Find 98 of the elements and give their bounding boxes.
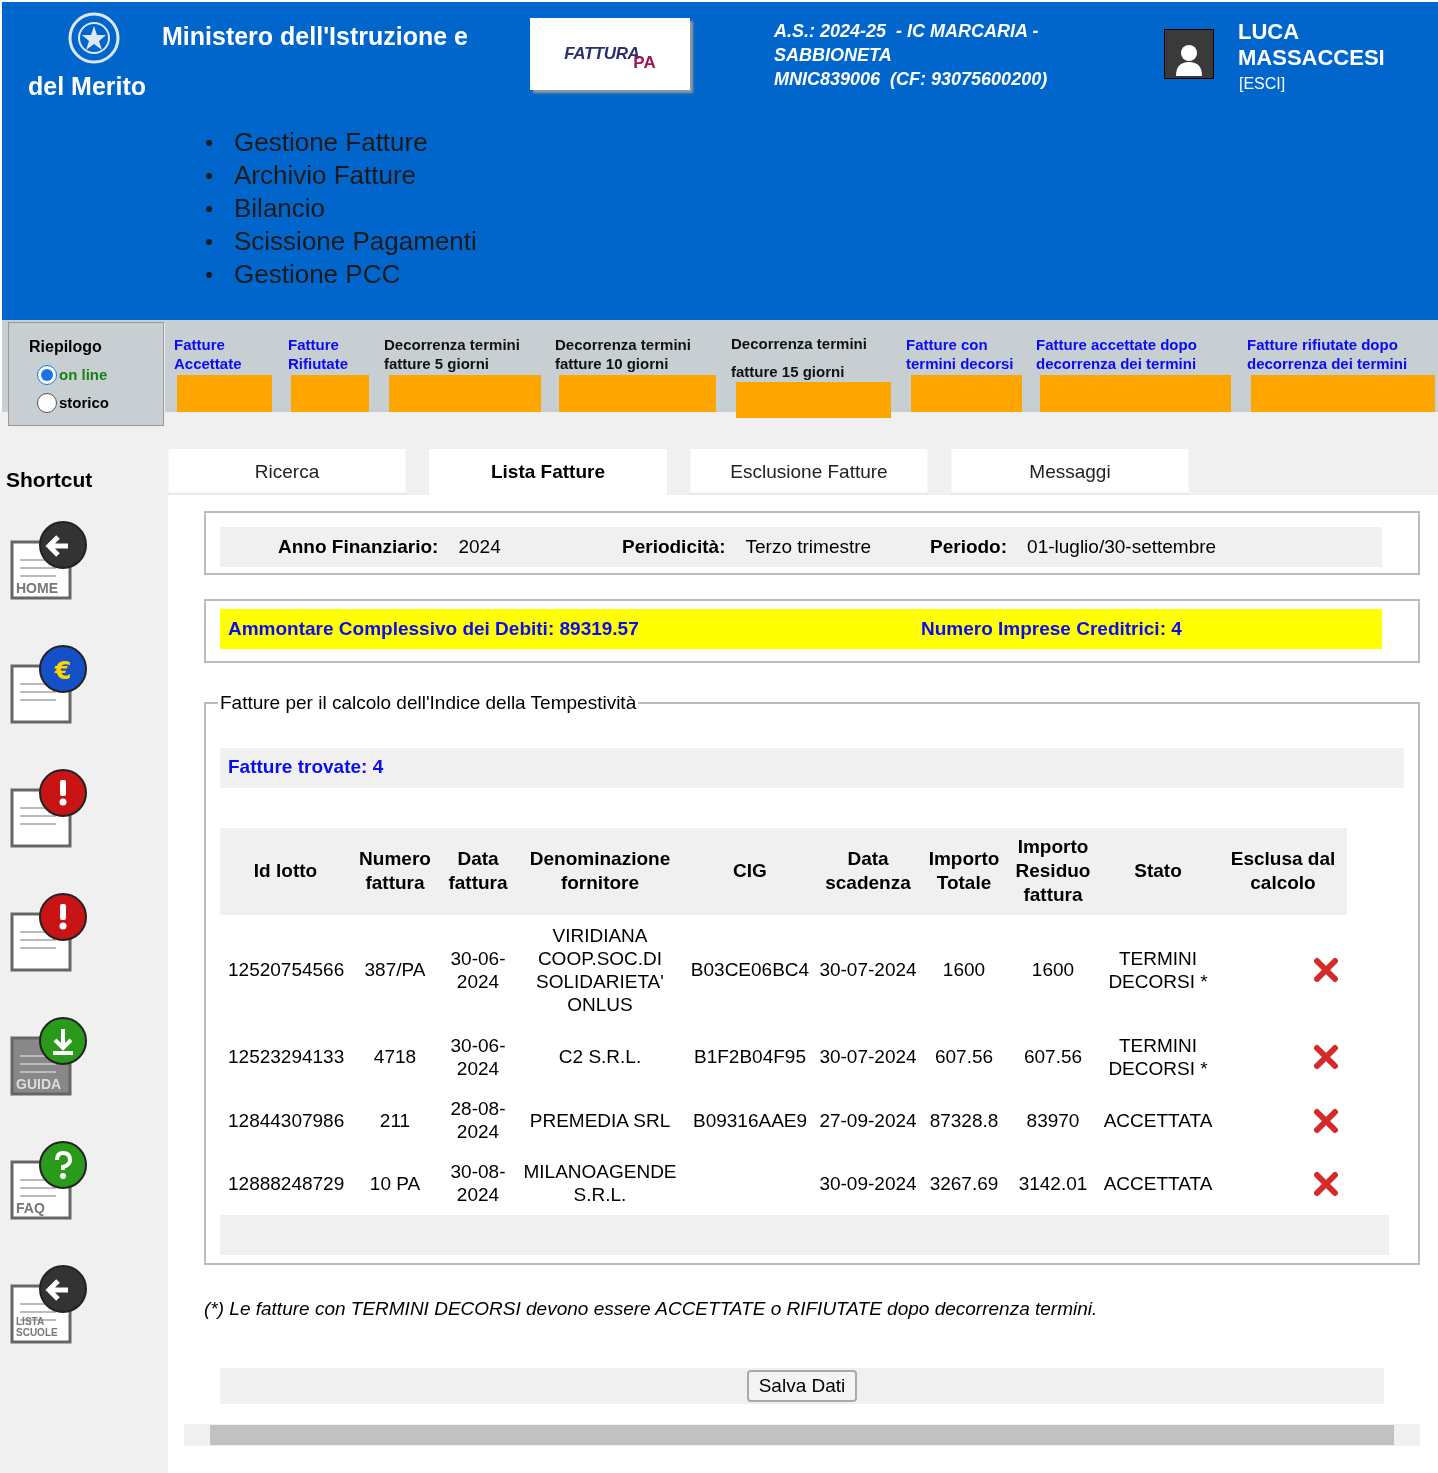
table-cell: B09316AAE9 [692,1109,808,1131]
ministry-title: del Merito [28,71,147,102]
table-cell: ACCETTATA [1103,1172,1213,1194]
column-header: Esclusa dal calcolo [1219,827,1347,915]
ministry-title: Ministero dell'Istruzione e [162,21,468,52]
school-info: A.S.: 2024-25 - IC MARCARIA - [774,20,1040,43]
column-header: Denominazione fornitore [517,827,683,915]
filter-value: 01-luglio/30-settembre [1027,534,1217,559]
radio-button[interactable] [37,365,57,385]
table-cell: 10 PA [369,1172,421,1194]
fatturapa-logo: FATTURAPA [530,18,690,90]
school-info: SABBIONETA [774,44,893,67]
filter-value: 2024 [458,534,501,559]
stats-link[interactable]: Fatture con termini decorsi [906,335,1024,373]
table-cell: 211 [379,1109,411,1131]
filter-label: Periodo: [930,534,1008,559]
column-header: Numero fattura [351,827,439,915]
stats-link[interactable]: Fatture Rifiutate [288,335,368,373]
table-cell: 12523294133 [228,1046,345,1067]
user-name: LUCA MASSACCESI [1238,19,1386,71]
table-cell: 607.56 [934,1046,994,1067]
tab[interactable]: Lista Fatture [429,449,667,495]
column-header: Importo Residuo fattura [1009,827,1097,915]
shortcut-title: Shortcut [6,467,94,493]
delete-x-icon[interactable] [1313,1044,1339,1071]
delete-x-icon[interactable] [1313,1170,1339,1197]
bullet-icon [206,238,212,245]
panel-legend: Fatture per il calcolo dell'Indice della Tempestività [218,689,639,718]
table-cell: 12844307986 [228,1109,345,1131]
table-cell: C2 S.R.L. [558,1046,642,1067]
stats-label: Decorrenza termini fatture 5 giorni [384,335,521,373]
table-cell: VIRIDIANA COOP.SOC.DI SOLIDARIETA' ONLUS [536,924,664,1015]
table-cell: TERMINI DECORSI * [1108,1034,1208,1079]
table-cell: 83970 [1026,1109,1080,1131]
filter-label: Anno Finanziario: [278,534,439,559]
column-header: Stato [1097,827,1219,915]
bullet-icon [206,172,212,179]
tab[interactable]: Messaggi [951,449,1189,495]
table-cell: MILANOAGENDE S.R.L. [523,1161,677,1205]
tab[interactable]: Esclusione Fatture [690,449,928,495]
tab[interactable]: Ricerca [168,449,406,495]
table-cell: B03CE06BC4 [690,959,810,980]
nav-menu-link[interactable]: Bilancio [234,192,326,225]
delete-x-icon[interactable] [1313,1107,1339,1134]
column-header: Importo Totale [919,827,1009,915]
creditor-count: Numero Imprese Creditrici: 4 [921,616,1182,641]
table-cell: 3142.01 [1018,1172,1088,1194]
nav-menu-link[interactable]: Archivio Fatture [234,159,417,192]
delete-x-icon[interactable] [1313,957,1339,984]
column-header: Id lotto [220,827,351,915]
nav-menu-link[interactable]: Gestione Fatture [234,126,428,159]
table-cell: ACCETTATA [1103,1109,1213,1131]
table-cell: 30-07-2024 [819,959,917,980]
table-cell: 1600 [1031,959,1075,980]
nav-menu-link[interactable]: Scissione Pagamenti [234,225,477,258]
table-cell: 387/PA [364,959,426,980]
table-cell: 12888248729 [228,1172,345,1194]
table-cell: 4718 [373,1046,417,1067]
footnote-text: (*) Le fatture con TERMINI DECORSI devono essere ACCETTATE o RIFIUTATE dopo decorrenza termini. [204,1297,1099,1321]
radio-label: on line [59,364,108,385]
table-cell: 30-08-2024 [450,1161,506,1205]
stats-link[interactable]: Fatture accettate dopo decorrenza dei termini [1036,335,1232,373]
user-avatar-icon [1164,29,1214,79]
stats-link[interactable]: Fatture rifiutate dopo decorrenza dei termini [1247,335,1437,373]
stats-label: Decorrenza termini fatture 10 giorni [555,335,692,373]
total-debts: Ammontare Complessivo dei Debiti: 89319.57 [228,616,640,641]
radio-button[interactable] [37,393,57,413]
column-header: Data fattura [439,827,517,915]
stats-link[interactable]: Fatture Accettate [174,335,274,373]
nav-menu-link[interactable]: Gestione PCC [234,258,401,291]
table-cell: TERMINI DECORSI * [1108,947,1208,992]
table-cell: B1F2B04F95 [694,1046,806,1067]
bullet-icon [206,139,212,146]
stats-label: Decorrenza termini fatture 15 giorni [731,334,868,382]
bullet-icon [206,205,212,212]
filter-label: Periodicità: [622,534,726,559]
table-cell: 30-07-2024 [819,1046,917,1067]
table-cell: 3267.69 [929,1172,999,1194]
table-cell: 30-06-2024 [450,947,506,992]
table-cell: PREMEDIA SRL [529,1109,671,1131]
table-cell: 30-06-2024 [450,1034,506,1079]
save-button[interactable]: Salva Dati [746,1369,858,1402]
table-cell: 12520754566 [228,959,345,980]
column-header: Data scadenza [817,827,919,915]
bullet-icon [206,271,212,278]
table-cell: 28-08-2024 [450,1098,506,1142]
filter-value: Terzo trimestre [745,534,872,559]
table-cell: 27-09-2024 [819,1109,917,1131]
table-cell: 87328.8 [929,1109,999,1131]
logout-link[interactable]: [ESCI] [1239,72,1286,96]
summary-title: Riepilogo [29,337,103,357]
school-info: MNIC839006 (CF: 93075600200) [774,68,1048,91]
invoices-found: Fatture trovate: 4 [228,755,384,780]
table-cell: 1600 [942,959,986,980]
table-cell: 607.56 [1023,1046,1083,1067]
table-cell: 30-09-2024 [819,1172,917,1194]
column-header: CIG [683,827,817,915]
radio-label: storico [59,392,109,413]
